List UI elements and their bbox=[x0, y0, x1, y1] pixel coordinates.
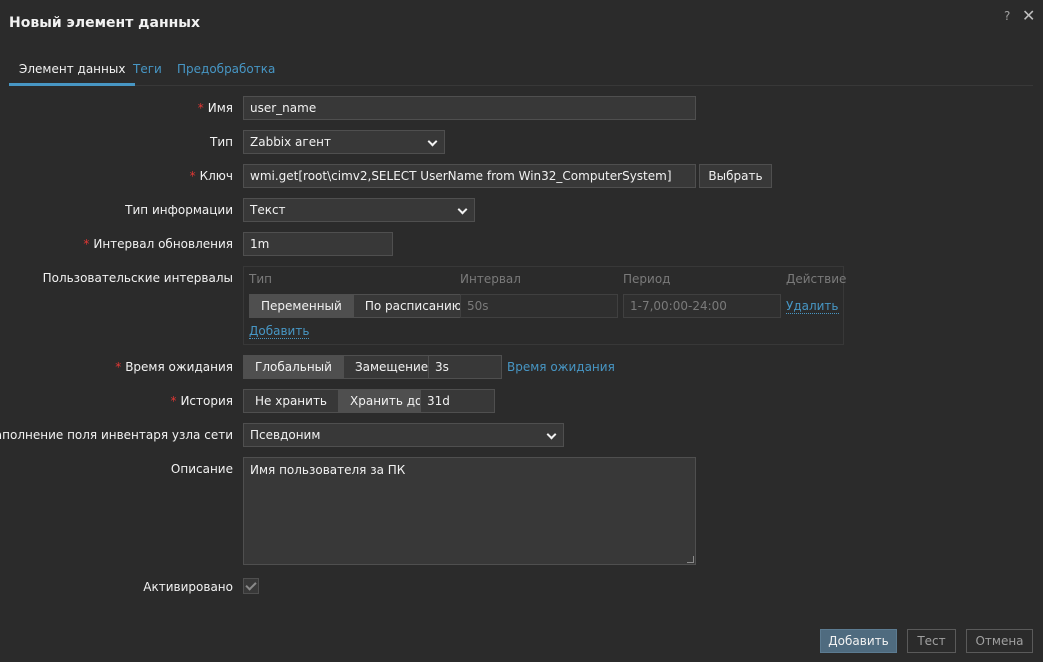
name-label: * Имя bbox=[197, 101, 233, 115]
update-interval-label: * Интервал обновления bbox=[83, 237, 233, 251]
add-interval-link[interactable]: Добавить bbox=[249, 324, 310, 339]
tab-item[interactable]: Элемент данных bbox=[9, 62, 136, 86]
enabled-label: Активировано bbox=[143, 580, 233, 594]
key-label: * Ключ bbox=[189, 169, 233, 183]
update-interval-input[interactable]: 1m bbox=[243, 232, 393, 256]
timeout-input[interactable]: 3s bbox=[428, 355, 502, 379]
col-interval-header: Интервал bbox=[460, 272, 521, 286]
description-label: Описание bbox=[170, 462, 233, 476]
timeout-settings-link[interactable]: Время ожидания bbox=[507, 360, 615, 374]
test-button[interactable]: Тест bbox=[907, 629, 956, 653]
select-key-button[interactable]: Выбрать bbox=[699, 164, 772, 188]
scheduling-option[interactable]: По расписанию bbox=[352, 295, 473, 317]
history-label: * История bbox=[170, 394, 233, 408]
description-textarea[interactable]: Имя пользователя за ПК bbox=[243, 457, 696, 565]
name-input[interactable]: user_name bbox=[243, 96, 696, 120]
info-type-label: Тип информации bbox=[125, 203, 233, 217]
dialog-title: Новый элемент данных bbox=[9, 15, 200, 31]
interval-type-toggle: Переменный По расписанию bbox=[249, 294, 474, 318]
tab-preprocessing[interactable]: Предобработка bbox=[177, 62, 275, 86]
info-type-select[interactable]: Текст bbox=[243, 198, 475, 222]
inventory-label: Заполнение поля инвентаря узла сети bbox=[0, 428, 233, 442]
history-input[interactable]: 31d bbox=[420, 389, 495, 413]
resize-grip-icon[interactable] bbox=[687, 556, 694, 563]
type-select[interactable]: Zabbix агент bbox=[243, 130, 445, 154]
col-action-header: Действие bbox=[786, 272, 847, 286]
custom-intervals-label: Пользовательские интервалы bbox=[42, 271, 233, 285]
cancel-button[interactable]: Отмена bbox=[966, 629, 1033, 653]
help-icon[interactable]: ? bbox=[1004, 9, 1010, 23]
timeout-toggle: Глобальный Замещение bbox=[243, 355, 441, 379]
close-icon[interactable]: ✕ bbox=[1022, 6, 1035, 25]
add-button[interactable]: Добавить bbox=[820, 629, 897, 653]
history-toggle: Не хранить Хранить до bbox=[243, 389, 435, 413]
timeout-global-option[interactable]: Глобальный bbox=[244, 356, 343, 378]
key-input[interactable]: wmi.get[root\cimv2,SELECT UserName from … bbox=[243, 164, 696, 188]
timeout-label: * Время ожидания bbox=[115, 360, 233, 374]
custom-period-input[interactable]: 1-7,00:00-24:00 bbox=[623, 294, 781, 318]
remove-interval-link[interactable]: Удалить bbox=[786, 299, 839, 314]
history-do-not-store-option[interactable]: Не хранить bbox=[244, 390, 338, 412]
col-period-header: Период bbox=[623, 272, 671, 286]
flexible-option[interactable]: Переменный bbox=[250, 295, 353, 317]
tab-tags[interactable]: Теги bbox=[133, 62, 162, 86]
custom-interval-input[interactable]: 50s bbox=[460, 294, 618, 318]
inventory-select[interactable]: Псевдоним bbox=[243, 423, 564, 447]
enabled-checkbox[interactable] bbox=[243, 578, 259, 594]
col-type-header: Тип bbox=[249, 272, 272, 286]
timeout-override-option[interactable]: Замещение bbox=[342, 356, 439, 378]
tab-bar: Элемент данных Теги Предобработка bbox=[9, 56, 1033, 86]
type-label: Тип bbox=[210, 135, 233, 149]
